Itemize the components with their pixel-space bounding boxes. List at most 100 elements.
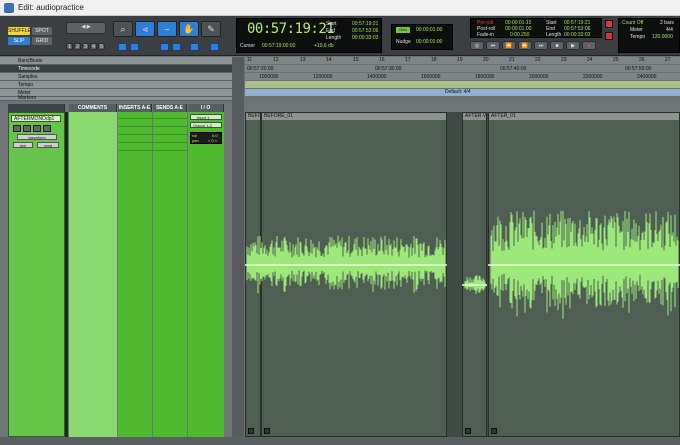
- ruler-label: Samples: [18, 74, 38, 80]
- insert-slot[interactable]: [118, 128, 152, 135]
- tab-to-transient-icon[interactable]: [118, 43, 127, 51]
- timecode-tick: 00:57:50:00: [625, 66, 652, 72]
- start-value[interactable]: 00:57:19:21: [352, 21, 378, 27]
- record-enable-icon[interactable]: [13, 125, 21, 132]
- count-off-red-icon[interactable]: [605, 32, 613, 40]
- rewind-icon[interactable]: ⏪: [502, 41, 516, 50]
- io-column: Input 1 Output 1-2 vol 0.0 pan > 0 <: [188, 112, 224, 437]
- timecode-ruler-strip[interactable]: [245, 65, 680, 72]
- zoom-preset-1[interactable]: 1: [66, 43, 73, 50]
- mirror-midi-icon[interactable]: [190, 43, 199, 51]
- pan-label: pan: [192, 138, 199, 143]
- grid-value[interactable]: 00:00:01:00: [416, 27, 442, 33]
- bar-tick: 20: [483, 57, 489, 63]
- meter-marker[interactable]: Default: 4/4: [445, 89, 471, 95]
- timecode-tick: 00:57:20:00: [247, 66, 274, 72]
- tempo-ruler-strip[interactable]: [245, 81, 680, 88]
- rtz-icon[interactable]: ⏮: [486, 41, 500, 50]
- ruler-tempo[interactable]: Tempo: [0, 81, 232, 89]
- track-view-selector[interactable]: waveform: [17, 134, 57, 140]
- metronome-red-icon[interactable]: [605, 20, 613, 28]
- length-value[interactable]: 00:00:33:03: [352, 35, 378, 41]
- bar-tick: 25: [613, 57, 619, 63]
- count-off-bars[interactable]: 2 bars: [660, 20, 674, 26]
- mode-spot-button[interactable]: SPOT: [32, 27, 52, 35]
- send-slot[interactable]: [153, 128, 187, 135]
- track-header[interactable]: AFTERMONOdp1 waveform dyn read: [8, 112, 65, 437]
- insert-slot[interactable]: [118, 144, 152, 151]
- send-slot[interactable]: [153, 120, 187, 127]
- meter-value[interactable]: 4/4: [666, 27, 673, 33]
- insert-slot[interactable]: [118, 112, 152, 119]
- automation-mode[interactable]: read: [37, 142, 59, 148]
- toolbar: SHUFFLE SPOT SLIP GRID ◀ ▶ 1 2 3 4 5 ⌕ ◃…: [0, 16, 680, 56]
- ruler-bars-beats[interactable]: Bars|Beats: [0, 57, 232, 65]
- output-selector[interactable]: Output 1-2: [190, 122, 222, 128]
- ruler-timecode[interactable]: Timecode: [0, 65, 232, 73]
- end-value[interactable]: 00:57:53:06: [352, 28, 378, 34]
- grid-label[interactable]: Grid: [396, 27, 410, 33]
- bottom-scroll-bar[interactable]: [0, 437, 680, 445]
- keyboard-focus-icon[interactable]: [210, 43, 219, 51]
- send-slot[interactable]: [153, 112, 187, 119]
- timeline-rulers[interactable]: Default: 4/4 11 12 13 14 15 16 17 18 19 …: [245, 57, 680, 101]
- pencil-tool-icon[interactable]: ✎: [201, 21, 221, 37]
- fast-forward-icon[interactable]: ⏩: [518, 41, 532, 50]
- input-selector[interactable]: Input 1: [190, 114, 222, 120]
- samples-ruler-strip[interactable]: [245, 73, 680, 80]
- fadein-label[interactable]: Fade-in: [477, 32, 494, 38]
- timecode-tick: 00:57:30:00: [375, 66, 402, 72]
- insert-slot[interactable]: [118, 120, 152, 127]
- insertion-follows-icon[interactable]: [172, 43, 181, 51]
- mode-shuffle-button[interactable]: SHUFFLE: [8, 27, 31, 35]
- link-track-icon[interactable]: [160, 43, 169, 51]
- bar-tick: 27: [665, 57, 671, 63]
- transport-length-value[interactable]: 00:00:33:03: [564, 32, 590, 38]
- cursor-level: +19.6 db: [314, 43, 334, 49]
- ruler-label: Timecode: [18, 66, 40, 72]
- count-off-label[interactable]: Count Off: [622, 20, 643, 26]
- meter-label: Meter: [630, 27, 643, 33]
- mode-grid-button[interactable]: GRID: [32, 37, 52, 45]
- comments-column[interactable]: [69, 112, 117, 437]
- zoom-controls[interactable]: ◀ ▶: [66, 22, 106, 34]
- timecode-tick: 00:57:40:00: [500, 66, 527, 72]
- ruler-samples[interactable]: Samples: [0, 73, 232, 81]
- nudge-value[interactable]: 00:00:01:00: [416, 39, 442, 45]
- fadein-value[interactable]: 0:00.250: [510, 32, 529, 38]
- pan-value[interactable]: > 0 <: [208, 138, 217, 143]
- link-timeline-icon[interactable]: [130, 43, 139, 51]
- online-icon[interactable]: ◎: [470, 41, 484, 50]
- track-dyn[interactable]: dyn: [13, 142, 33, 148]
- send-slot[interactable]: [153, 144, 187, 151]
- trim-tool-icon[interactable]: ◃: [135, 21, 155, 37]
- zoom-preset-5[interactable]: 5: [98, 43, 105, 50]
- track-name[interactable]: AFTERMONOdp1: [11, 115, 61, 122]
- zoom-preset-4[interactable]: 4: [90, 43, 97, 50]
- main-counter[interactable]: 00:57:19:21: [247, 21, 335, 37]
- record-icon[interactable]: ●: [582, 41, 596, 50]
- zoom-preset-3[interactable]: 3: [82, 43, 89, 50]
- input-monitor-icon[interactable]: [23, 125, 31, 132]
- mute-icon[interactable]: [43, 125, 51, 132]
- edit-window[interactable]: BEFO BEFORE_01 AFTER VO AFTER_01: [245, 112, 680, 437]
- column-divider[interactable]: [65, 112, 68, 437]
- stop-icon[interactable]: ■: [550, 41, 564, 50]
- bar-tick: 11: [247, 57, 253, 63]
- play-icon[interactable]: ▶: [566, 41, 580, 50]
- send-slot[interactable]: [153, 136, 187, 143]
- go-to-end-icon[interactable]: ⏭: [534, 41, 548, 50]
- tempo-label: Tempo: [630, 34, 646, 40]
- nudge-label[interactable]: Nudge: [396, 39, 411, 45]
- selector-tool-icon[interactable]: ⎯: [157, 21, 177, 37]
- bar-tick: 21: [509, 57, 515, 63]
- edit-window-divider[interactable]: [232, 57, 244, 437]
- grabber-tool-icon[interactable]: ✋: [179, 21, 199, 37]
- zoom-preset-2[interactable]: 2: [74, 43, 81, 50]
- insert-slot[interactable]: [118, 136, 152, 143]
- track-list-header[interactable]: [8, 104, 65, 112]
- mode-slip-button[interactable]: SLIP: [8, 37, 30, 45]
- tempo-value[interactable]: 120.0000: [652, 34, 673, 40]
- zoomer-tool-icon[interactable]: ⌕: [113, 21, 133, 37]
- solo-icon[interactable]: [33, 125, 41, 132]
